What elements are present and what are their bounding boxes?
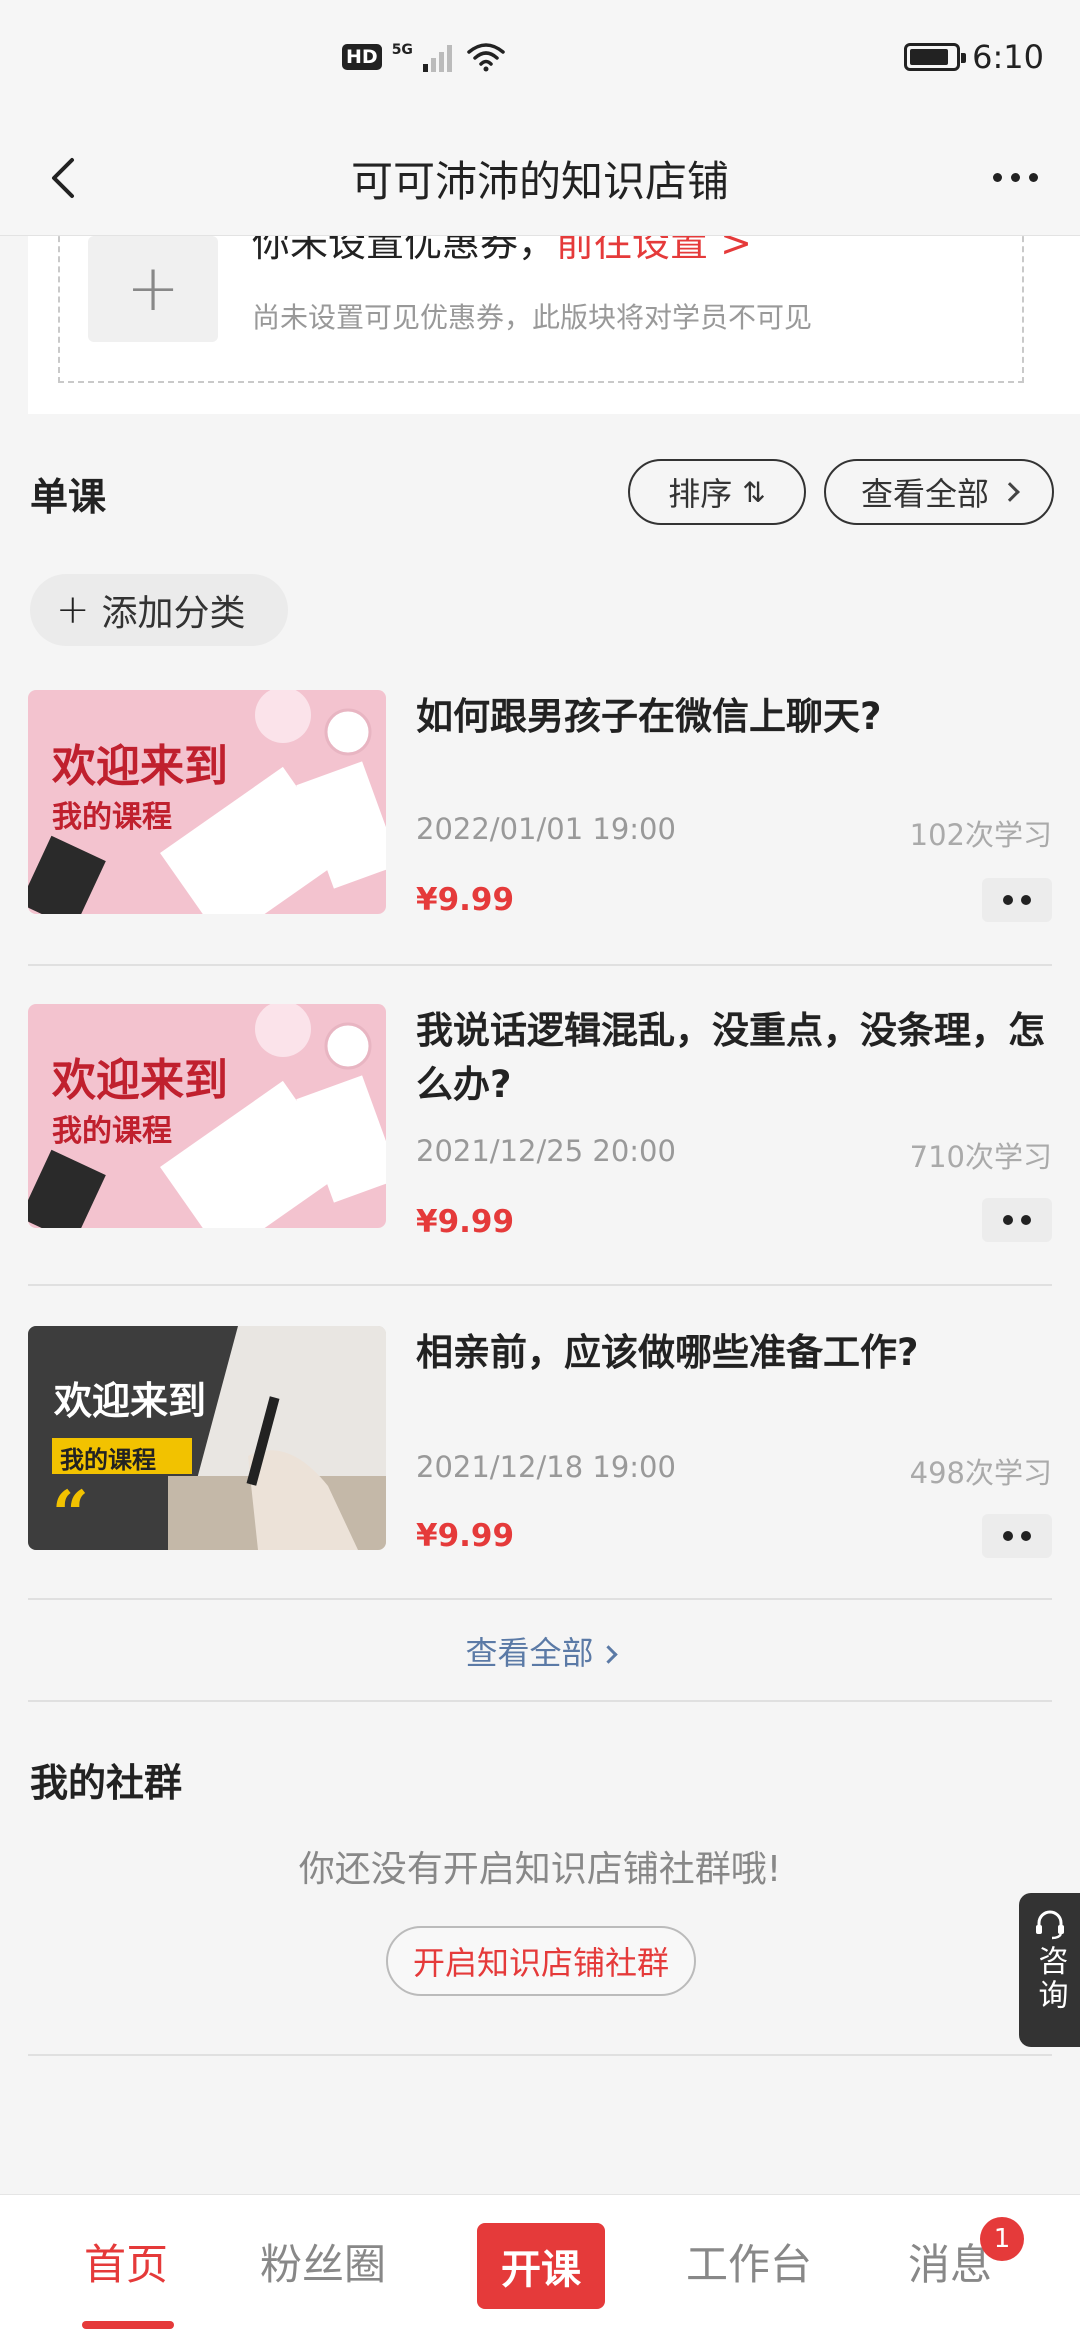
thumb-text-line2: 我的课程: [52, 1114, 172, 1149]
headset-icon: [1035, 1910, 1064, 1940]
course-thumbnail: 欢迎来到 我的课程: [28, 1004, 386, 1228]
more-button[interactable]: [980, 152, 1050, 202]
page-title: 可可沛沛的知识店铺: [350, 157, 729, 206]
status-right: 6:10: [904, 38, 1044, 76]
course-title: 我说话逻辑混乱，没重点，没条理，怎么办?: [416, 1009, 1045, 1106]
consult-label: 咨询: [1032, 1945, 1068, 2013]
add-category-label: 添加分类: [101, 593, 246, 634]
course-title: 如何跟男孩子在微信上聊天?: [416, 695, 882, 738]
signal-icon: [422, 45, 452, 72]
more-dot-icon: [992, 172, 1002, 182]
course-study-count: 498次学习: [909, 1456, 1052, 1490]
divider: [28, 1598, 1052, 1600]
open-community-button[interactable]: 开启知识店铺社群: [386, 1926, 696, 1996]
thumb-text-line1: 欢迎来到: [54, 1379, 207, 1423]
thumb-text-line2: 我的课程: [60, 1446, 156, 1474]
tab-home[interactable]: 首页: [84, 2231, 168, 2292]
course-price: ¥9.99: [416, 1204, 515, 1240]
course-date: 2022/01/01 19:00: [416, 812, 676, 846]
course-date: 2021/12/18 19:00: [416, 1450, 676, 1484]
add-coupon-button[interactable]: +: [88, 236, 218, 342]
view-all-label: 查看全部: [860, 475, 989, 513]
plus-icon: +: [56, 587, 90, 633]
course-price: ¥9.99: [416, 1518, 515, 1554]
svg-text:“: “: [52, 1477, 89, 1550]
hd-icon: HD: [342, 44, 382, 70]
single-course-title: 单课: [30, 475, 107, 519]
dot-icon: [1003, 895, 1013, 905]
course-more-button[interactable]: [982, 1198, 1052, 1242]
divider: [28, 964, 1052, 966]
divider: [28, 1284, 1052, 1286]
active-tab-indicator: [82, 2321, 174, 2329]
message-badge: 1: [980, 2217, 1024, 2261]
status-bar: HD 5G 6:10: [0, 0, 1080, 120]
dot-icon: [1003, 1531, 1013, 1541]
coupon-subtext: 尚未设置可见优惠券，此版块将对学员不可见: [252, 301, 813, 334]
dot-icon: [1003, 1215, 1013, 1225]
view-all-link-label: 查看全部: [465, 1634, 594, 1672]
coupon-card: + 你未设置优惠券，前往设置 > 尚未设置可见优惠券，此版块将对学员不可见: [28, 216, 1080, 414]
sort-label: 排序: [668, 475, 733, 513]
course-more-button[interactable]: [982, 1514, 1052, 1558]
status-icons: HD 5G: [342, 42, 505, 72]
sort-icon: ⇅: [742, 475, 766, 509]
course-item[interactable]: “ 欢迎来到 我的课程 相亲前，应该做哪些准备工作? 2021/12/18 19…: [28, 1326, 1052, 1586]
course-item[interactable]: 欢迎来到 我的课程 我说话逻辑混乱，没重点，没条理，怎么办? 2021/12/2…: [28, 1004, 1052, 1264]
course-price: ¥9.99: [416, 882, 515, 918]
dot-icon: [1021, 1215, 1031, 1225]
community-title: 我的社群: [30, 1761, 183, 1805]
dot-icon: [1021, 1531, 1031, 1541]
chevron-right-icon: [1000, 482, 1020, 502]
sort-button[interactable]: 排序 ⇅: [628, 459, 806, 525]
course-thumbnail: 欢迎来到 我的课程: [28, 690, 386, 914]
course-title: 相亲前，应该做哪些准备工作?: [416, 1331, 919, 1374]
community-empty-text: 你还没有开启知识店铺社群哦!: [298, 1849, 782, 1890]
more-dot-icon: [1028, 172, 1038, 182]
thumb-text-line2: 我的课程: [52, 800, 172, 835]
tab-start-course[interactable]: 开课: [477, 2223, 605, 2309]
network-type-label: 5G: [391, 42, 413, 58]
course-thumbnail: “ 欢迎来到 我的课程: [28, 1326, 386, 1550]
tab-fans[interactable]: 粉丝圈: [260, 2231, 386, 2292]
battery-icon: [904, 43, 967, 71]
thumb-text-line1: 欢迎来到: [52, 741, 228, 792]
course-date: 2021/12/25 20:00: [416, 1134, 676, 1168]
chevron-right-icon: [598, 1645, 618, 1664]
consult-button[interactable]: 咨询: [1019, 1893, 1080, 2047]
course-study-count: 102次学习: [909, 818, 1052, 852]
divider: [28, 2054, 1052, 2056]
tab-workbench[interactable]: 工作台: [686, 2231, 812, 2292]
course-more-button[interactable]: [982, 878, 1052, 922]
plus-icon: +: [126, 252, 180, 326]
more-dot-icon: [1010, 172, 1020, 182]
status-time: 6:10: [972, 38, 1044, 76]
divider: [28, 1700, 1052, 1702]
thumb-text-line1: 欢迎来到: [52, 1055, 228, 1106]
course-item[interactable]: 欢迎来到 我的课程 如何跟男孩子在微信上聊天? 2022/01/01 19:00…: [28, 690, 1052, 950]
view-all-courses-link[interactable]: 查看全部: [0, 1628, 1080, 1674]
dot-icon: [1021, 895, 1031, 905]
course-study-count: 710次学习: [909, 1140, 1052, 1174]
nav-bar: 可可沛沛的知识店铺: [0, 120, 1080, 236]
add-category-button[interactable]: + 添加分类: [30, 574, 288, 646]
bottom-tab-bar: 首页 粉丝圈 开课 工作台 消息 1: [0, 2194, 1080, 2338]
view-all-button[interactable]: 查看全部: [824, 459, 1054, 525]
wifi-icon: [467, 43, 505, 72]
